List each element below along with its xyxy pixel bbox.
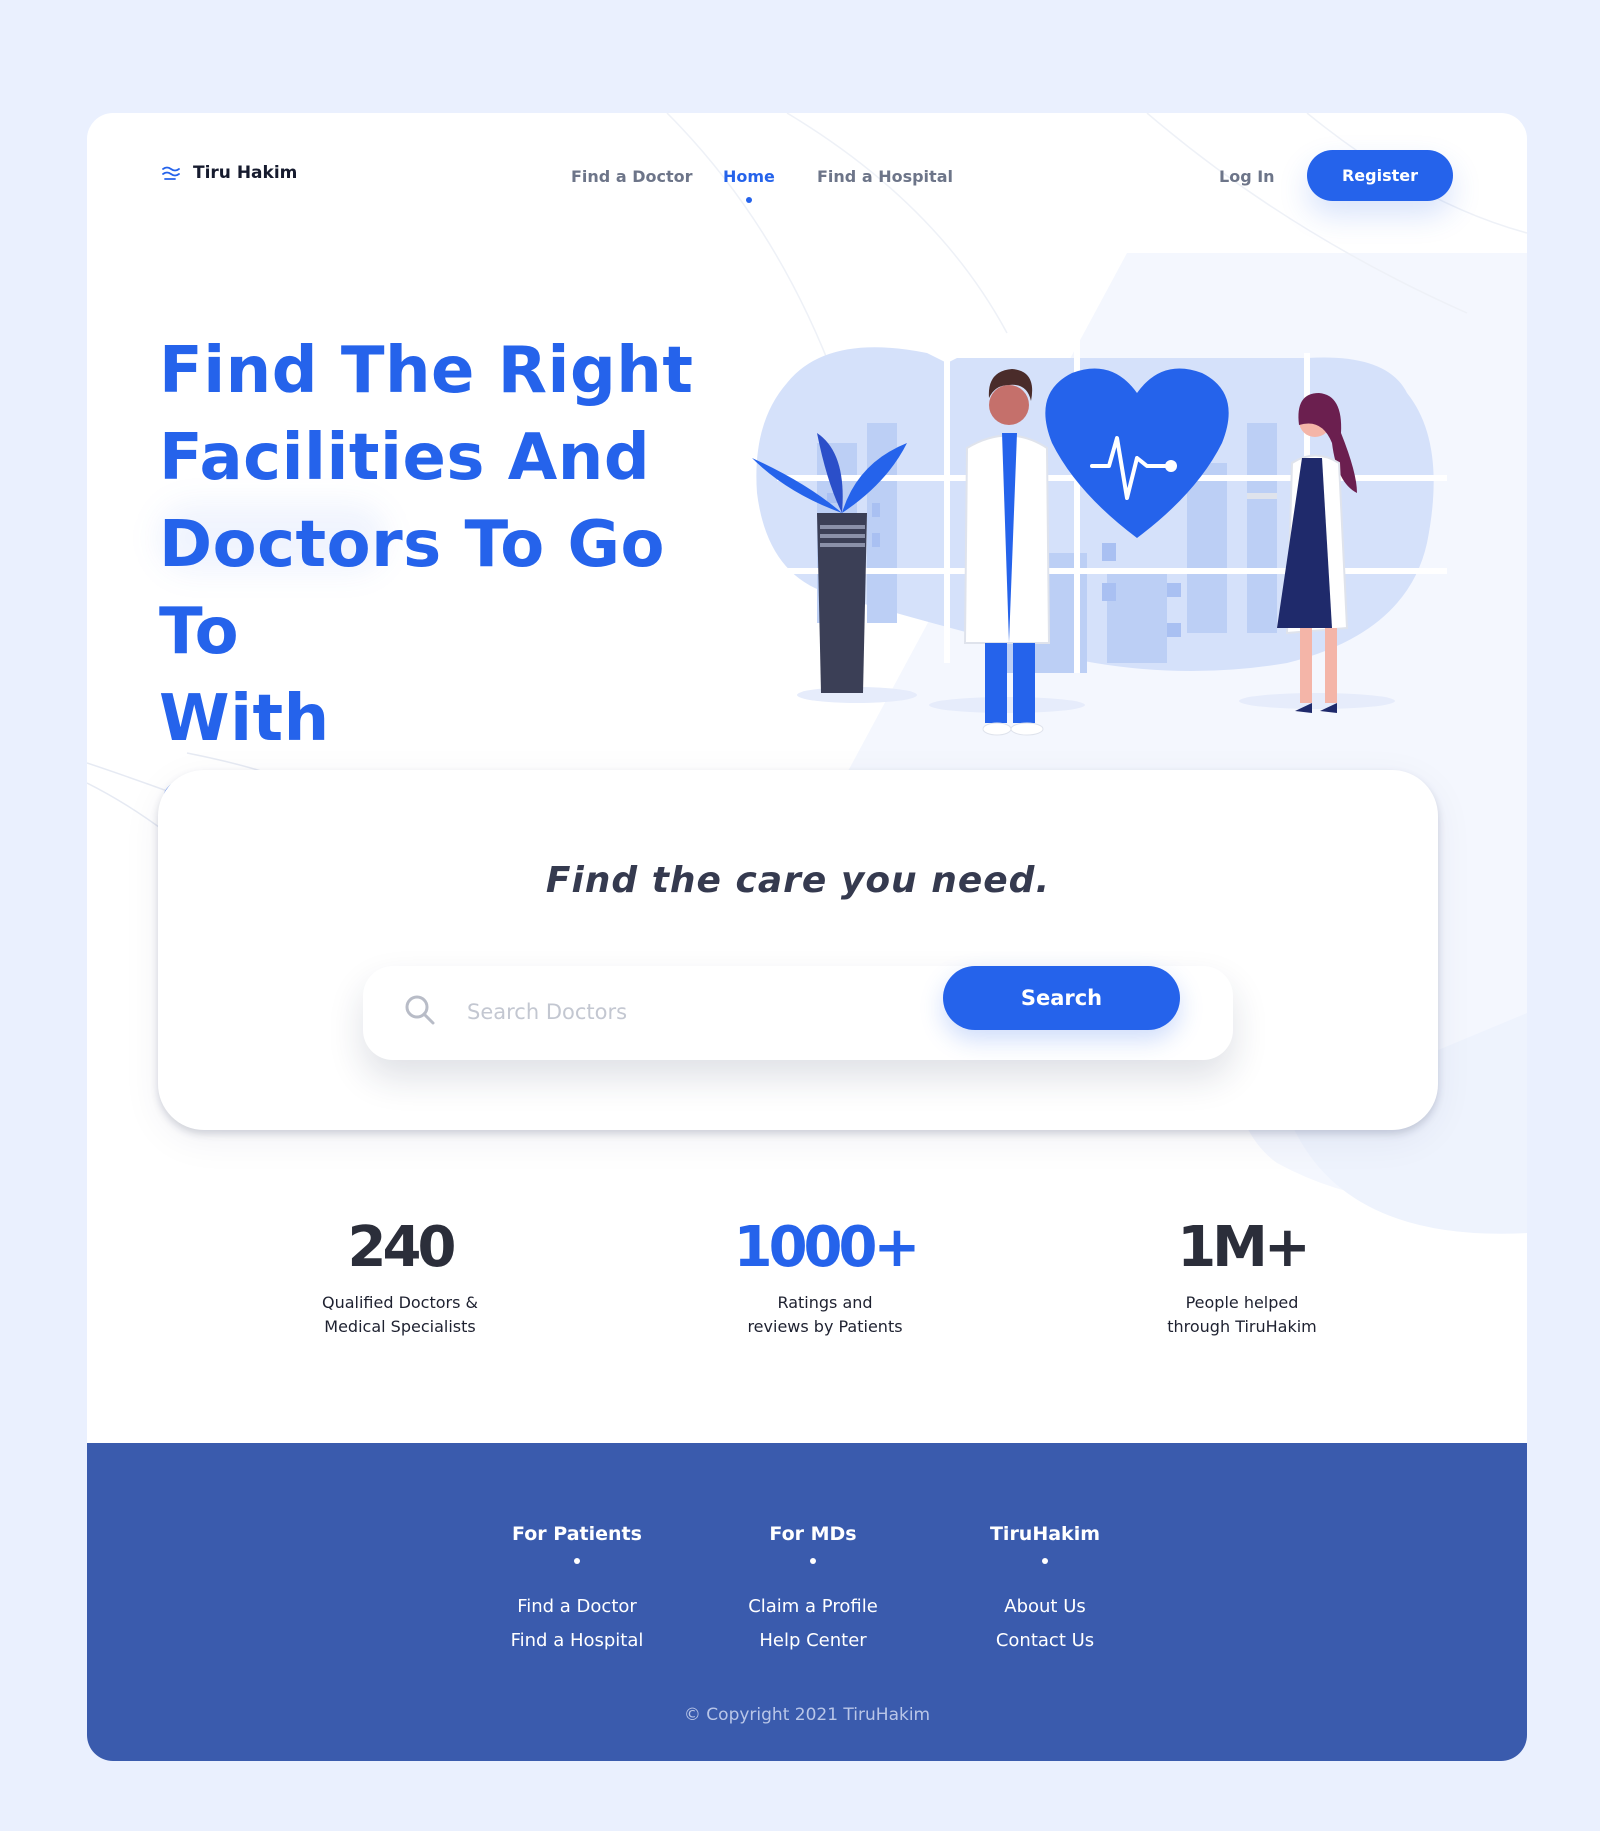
nav-active-indicator bbox=[745, 197, 752, 203]
footer: For Patients Find a Doctor Find a Hospit… bbox=[87, 1443, 1527, 1761]
doctors-illustration bbox=[752, 323, 1447, 736]
stat-label-line: Qualified Doctors & bbox=[321, 1293, 479, 1312]
search-icon bbox=[405, 995, 435, 1025]
footer-heading-dot bbox=[810, 1558, 816, 1564]
footer-column-tiruhakim: TiruHakim About Us Contact Us bbox=[955, 1523, 1135, 1658]
search-box: Search bbox=[363, 966, 1233, 1060]
search-input[interactable] bbox=[467, 992, 907, 1032]
nav-home-label: Home bbox=[723, 167, 775, 186]
footer-link-contact-us[interactable]: Contact Us bbox=[955, 1624, 1135, 1658]
copyright: © Copyright 2021 TiruHakim bbox=[683, 1705, 931, 1725]
landing-card: Tiru Hakim Find a Doctor Home Find a Hos… bbox=[87, 113, 1527, 1761]
search-tagline: Find the care you need. bbox=[545, 860, 1051, 901]
stat-people: 1M+ People helped through TiruHakim bbox=[1130, 1213, 1354, 1339]
footer-link-about-us[interactable]: About Us bbox=[955, 1590, 1135, 1624]
stat-label-line: People helped bbox=[1185, 1293, 1299, 1312]
nav-find-hospital[interactable]: Find a Hospital bbox=[817, 167, 953, 186]
stat-label-line: Ratings and bbox=[777, 1293, 873, 1312]
stat-value: 240 bbox=[347, 1215, 457, 1280]
footer-heading: For MDs bbox=[769, 1523, 857, 1545]
nav-home[interactable]: Home bbox=[723, 167, 775, 203]
stat-label: Qualified Doctors & Medical Specialists bbox=[300, 1291, 500, 1339]
login-link[interactable]: Log In bbox=[1219, 167, 1275, 186]
stat-ratings: 1000+ Ratings and reviews by Patients bbox=[707, 1213, 943, 1339]
register-button[interactable]: Register bbox=[1307, 150, 1453, 201]
footer-link-claim-profile[interactable]: Claim a Profile bbox=[723, 1590, 903, 1624]
footer-heading-dot bbox=[574, 1558, 580, 1564]
search-card: Find the care you need. Search bbox=[158, 770, 1438, 1130]
hero-title-line: Facilities And bbox=[159, 421, 651, 495]
footer-heading: For Patients bbox=[512, 1523, 642, 1545]
hero-title-line: Find The Right bbox=[159, 334, 694, 408]
footer-heading-dot bbox=[1042, 1558, 1048, 1564]
logo-waves-icon bbox=[162, 166, 180, 180]
footer-heading: TiruHakim bbox=[989, 1523, 1101, 1545]
brand-name: Tiru Hakim bbox=[193, 163, 298, 183]
stat-value: 1000+ bbox=[733, 1215, 921, 1280]
stat-label: People helped through TiruHakim bbox=[1130, 1291, 1354, 1339]
brand-logo[interactable]: Tiru Hakim bbox=[161, 163, 297, 183]
stat-label: Ratings and reviews by Patients bbox=[707, 1291, 943, 1339]
footer-column-mds: For MDs Claim a Profile Help Center bbox=[723, 1523, 903, 1658]
stat-label-line: reviews by Patients bbox=[747, 1317, 903, 1336]
stat-label-line: Medical Specialists bbox=[324, 1317, 476, 1336]
footer-column-patients: For Patients Find a Doctor Find a Hospit… bbox=[487, 1523, 667, 1658]
footer-link-find-doctor[interactable]: Find a Doctor bbox=[487, 1590, 667, 1624]
stat-doctors: 240 Qualified Doctors & Medical Speciali… bbox=[300, 1213, 500, 1339]
footer-link-find-hospital[interactable]: Find a Hospital bbox=[487, 1624, 667, 1658]
search-button[interactable]: Search bbox=[943, 966, 1180, 1030]
stat-value: 1M+ bbox=[1177, 1215, 1311, 1280]
footer-link-help-center[interactable]: Help Center bbox=[723, 1624, 903, 1658]
stat-label-line: through TiruHakim bbox=[1167, 1317, 1317, 1336]
hero-title-line: Doctors To Go To bbox=[159, 508, 665, 669]
nav-find-doctor[interactable]: Find a Doctor bbox=[571, 167, 692, 186]
